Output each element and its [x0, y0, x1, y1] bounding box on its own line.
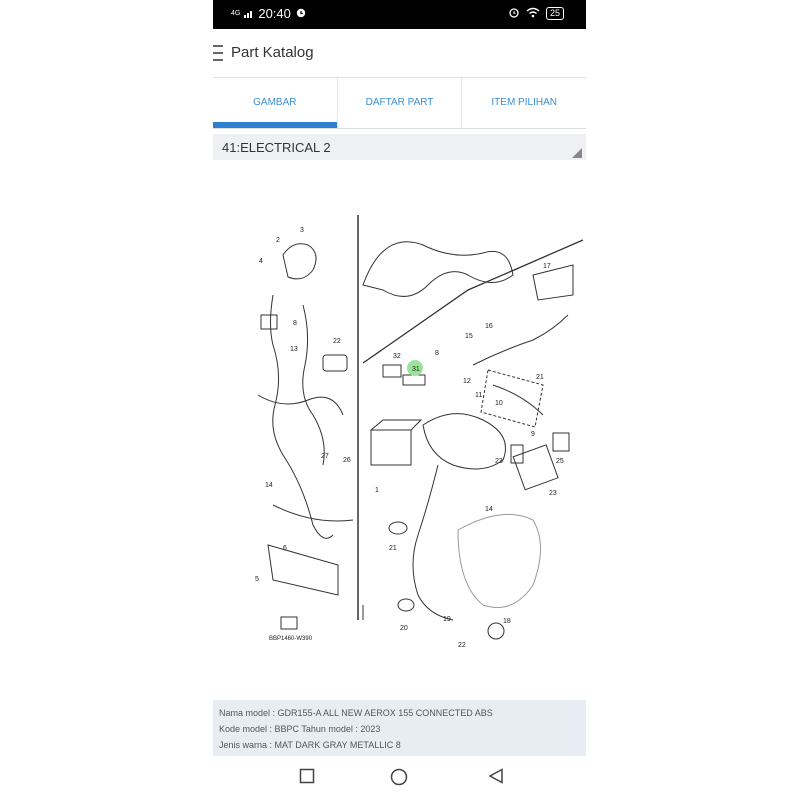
model-code-line: Kode model : BBPC Tahun model : 2023: [219, 724, 381, 734]
callout-19[interactable]: 19: [443, 616, 451, 623]
status-bar: 4G 20:40 25: [213, 0, 586, 29]
status-left: 4G 20:40: [231, 6, 307, 21]
model-name-line: Nama model : GDR155-A ALL NEW AEROX 155 …: [219, 708, 493, 718]
status-right: 25: [508, 6, 564, 21]
callout-23[interactable]: 21: [536, 374, 544, 381]
callout-30[interactable]: 27: [321, 453, 329, 460]
navigation-bar: [213, 756, 586, 800]
battery-icon: 25: [545, 7, 564, 20]
diagram-part-battery: [370, 429, 412, 466]
recent-apps-icon[interactable]: [299, 768, 315, 789]
callout-8[interactable]: 8: [293, 320, 297, 327]
diagram-scooter-outline: [362, 241, 514, 297]
callout-8b[interactable]: 8: [435, 350, 439, 357]
callout-11[interactable]: 11: [475, 392, 482, 399]
callout-26[interactable]: 23: [549, 490, 557, 497]
diagram-code: BBP1460-W390: [269, 636, 313, 642]
callout-17[interactable]: 17: [543, 263, 551, 270]
alarm-icon: [508, 6, 520, 21]
clock: 20:40: [258, 6, 291, 21]
callout-13[interactable]: 13: [290, 346, 298, 353]
diagram-harness-left: [270, 294, 334, 539]
app-bar: Part Katalog: [213, 29, 586, 78]
diagram-engine-outline: [457, 513, 541, 608]
callout-25[interactable]: 22: [333, 338, 341, 345]
callout-20[interactable]: 20: [400, 625, 408, 632]
back-icon[interactable]: [488, 768, 504, 789]
callout-18[interactable]: 18: [503, 618, 511, 625]
callout-32[interactable]: 32: [393, 353, 401, 360]
diagram-part-ignition: [282, 243, 317, 280]
callout-15[interactable]: 15: [465, 333, 473, 340]
callout-9[interactable]: 9: [531, 431, 535, 438]
parts-diagram[interactable]: 3 2 4 8 13 22 27 26 14 6 5 17 16 15 32 3…: [213, 165, 586, 697]
callout-27[interactable]: 23: [495, 458, 503, 465]
network-indicator: 4G: [231, 10, 241, 17]
alarm-icon: [295, 6, 307, 21]
callout-28[interactable]: 25: [556, 458, 564, 465]
phone-screen: 4G 20:40 25 Part Katalog GAMBAR DAFTAR P…: [213, 0, 586, 800]
callout-14[interactable]: 14: [265, 482, 273, 489]
callout-1[interactable]: 1: [375, 487, 379, 494]
callout-4[interactable]: 4: [259, 258, 263, 265]
callout-16[interactable]: 16: [485, 323, 493, 330]
menu-icon[interactable]: [213, 45, 223, 61]
diagram-harness-main: [422, 413, 506, 470]
tab-item-pilihan[interactable]: ITEM PILIHAN: [462, 78, 586, 128]
tab-daftar-part[interactable]: DAFTAR PART: [338, 78, 463, 128]
diagram-part-regulator: [512, 444, 559, 491]
callout-3[interactable]: 3: [300, 227, 304, 234]
callout-21[interactable]: 21: [389, 545, 397, 552]
callout-31[interactable]: 31: [412, 366, 420, 373]
color-line: Jenis warna : MAT DARK GRAY METALLIC 8: [219, 740, 401, 750]
diagram-part-bracket: [267, 544, 339, 596]
callout-10[interactable]: 10: [495, 400, 503, 407]
callout-14b[interactable]: 14: [485, 506, 493, 513]
model-info-panel: Nama model : GDR155-A ALL NEW AEROX 155 …: [213, 700, 586, 756]
corner-triangle-icon: [572, 148, 582, 158]
section-header: 41:ELECTRICAL 2: [213, 134, 586, 160]
wifi-icon: [526, 7, 540, 21]
home-icon[interactable]: [390, 768, 408, 791]
diagram-part-relay: [322, 354, 348, 372]
callout-22[interactable]: 22: [458, 642, 466, 649]
section-title: 41:ELECTRICAL 2: [222, 140, 331, 155]
tab-gambar[interactable]: GAMBAR: [213, 78, 338, 128]
callout-6[interactable]: 6: [283, 545, 287, 552]
diagram-svg: 3 2 4 8 13 22 27 26 14 6 5 17 16 15 32 3…: [255, 215, 584, 649]
callout-5[interactable]: 5: [255, 576, 259, 583]
app-title: Part Katalog: [231, 44, 314, 61]
diagram-part-connector: [260, 314, 278, 330]
callout-12[interactable]: 12: [463, 378, 471, 385]
callout-2[interactable]: 2: [276, 237, 280, 244]
signal-icon: [244, 6, 254, 21]
callout-29[interactable]: 26: [343, 457, 351, 464]
tab-bar: GAMBAR DAFTAR PART ITEM PILIHAN: [213, 78, 586, 129]
